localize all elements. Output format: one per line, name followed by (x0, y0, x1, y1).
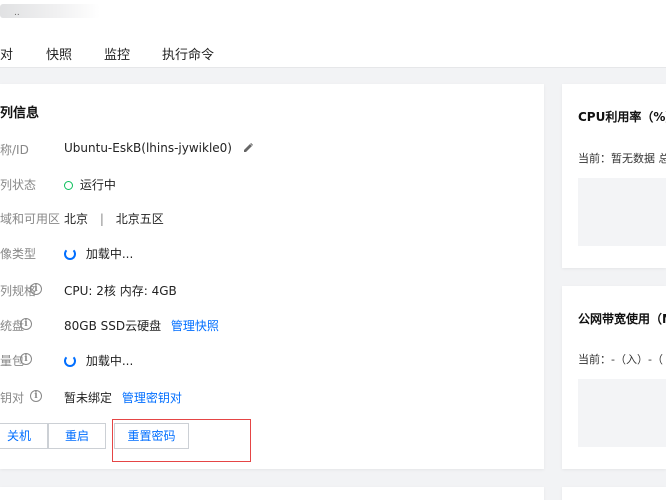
instance-info-title: 列信息 (0, 106, 40, 121)
cpu-current-value: 当前：暂无数据 总览 (578, 152, 666, 165)
value-name-id: Ubuntu-EskB(lhins-jywikle0) (64, 141, 254, 157)
top-bar: .. 对 快照 监控 执行命令 (0, 0, 666, 68)
system-disk-text: 80GB SSD云硬盘 (64, 319, 162, 333)
blurred-header-text: .. (14, 8, 20, 18)
info-icon[interactable]: i (20, 353, 32, 365)
row-spec: 列规格 i CPU: 2核 内存: 4GB (0, 282, 540, 300)
traffic-package-text: 加载中... (85, 354, 134, 368)
loading-spinner-icon (64, 248, 76, 260)
instance-info-card: 列信息 称/ID Ubuntu-EskB(lhins-jywikle0) 列状态… (0, 84, 544, 469)
row-traffic-package: 量包 i 加载中... (0, 352, 540, 370)
row-key-pair: 钥对 i 暂未绑定 管理密钥对 (0, 389, 540, 407)
shutdown-button[interactable]: 关机 (0, 423, 48, 449)
row-system-disk: 统盘 i 80GB SSD云硬盘 管理快照 (0, 317, 540, 335)
value-image-type: 加载中... (64, 245, 133, 262)
region-text: 北京 (64, 212, 89, 226)
row-name-id: 称/ID Ubuntu-EskB(lhins-jywikle0) (0, 141, 540, 159)
region-separator: | (99, 212, 104, 226)
image-type-text: 加载中... (85, 247, 134, 261)
tab-partial[interactable]: 对 (0, 44, 13, 63)
cpu-chart-placeholder (578, 178, 666, 246)
cpu-usage-card: CPU利用率（%） 当前：暂无数据 总览 (562, 84, 666, 268)
manage-snapshot-link[interactable]: 管理快照 (171, 319, 219, 333)
label-region: 域和可用区 (0, 212, 61, 226)
manage-key-pair-link[interactable]: 管理密钥对 (122, 391, 182, 405)
loading-spinner-icon (64, 355, 76, 367)
info-icon[interactable]: i (20, 318, 32, 330)
instance-name: Ubuntu-EskB(lhins-jywikle0) (64, 141, 232, 155)
row-status: 列状态 运行中 (0, 176, 540, 194)
value-system-disk: 80GB SSD云硬盘 管理快照 (64, 317, 219, 334)
value-spec: CPU: 2核 内存: 4GB (64, 284, 177, 298)
info-icon[interactable]: i (30, 390, 42, 402)
label-image-type: 像类型 (0, 247, 37, 261)
restart-button[interactable]: 重启 (48, 423, 106, 449)
highlight-box (112, 419, 251, 462)
label-key-pair: 钥对 (0, 391, 25, 405)
label-name-id: 称/ID (0, 143, 29, 157)
tab-snapshot[interactable]: 快照 (46, 44, 72, 63)
zone-text: 北京五区 (115, 212, 164, 226)
key-pair-text: 暂未绑定 (64, 391, 113, 405)
bandwidth-current-value: 当前：-（入）-（ (578, 353, 663, 366)
lower-side-card (562, 487, 666, 500)
status-text: 运行中 (79, 178, 116, 192)
label-status: 列状态 (0, 178, 37, 192)
bandwidth-usage-title: 公网带宽使用（M (578, 312, 666, 326)
value-key-pair: 暂未绑定 管理密钥对 (64, 389, 182, 406)
bandwidth-usage-card: 公网带宽使用（M 当前：-（入）-（ (562, 286, 666, 469)
running-status-icon (64, 181, 73, 190)
cpu-usage-title: CPU利用率（%） (578, 110, 666, 124)
info-icon[interactable]: i (30, 283, 42, 295)
row-image-type: 像类型 加载中... (0, 245, 540, 263)
value-status: 运行中 (64, 176, 116, 193)
value-traffic-package: 加载中... (64, 352, 133, 369)
row-region: 域和可用区 北京 | 北京五区 (0, 210, 540, 228)
pencil-icon[interactable] (242, 142, 254, 157)
tab-run-command[interactable]: 执行命令 (162, 44, 214, 63)
tab-monitor[interactable]: 监控 (104, 44, 130, 63)
bandwidth-chart-placeholder (578, 379, 666, 447)
value-region: 北京 | 北京五区 (64, 210, 164, 227)
lower-card (0, 487, 544, 500)
